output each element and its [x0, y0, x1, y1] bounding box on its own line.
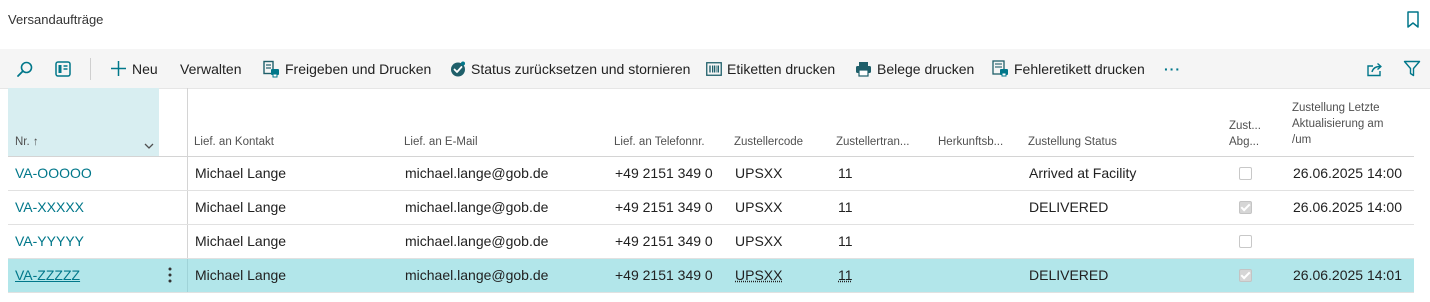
row-divider: [187, 191, 188, 224]
share-icon: [1366, 61, 1384, 77]
row-divider: [187, 225, 188, 258]
cell-phone: +49 2151 349 0: [615, 165, 713, 181]
cell-status: DELIVERED: [1029, 199, 1109, 215]
cell-carrier-code: UPSXX: [735, 165, 783, 181]
release-print-label: Freigeben und Drucken: [285, 60, 432, 77]
row-divider: [187, 259, 188, 292]
cell-contact: Michael Lange: [195, 233, 287, 249]
page-title: Versandaufträge: [8, 12, 104, 27]
cell-status: Arrived at Facility: [1029, 165, 1137, 181]
labels-print-button[interactable]: Etiketten drucken: [706, 49, 835, 88]
cell-nr[interactable]: VA-XXXXX: [15, 191, 84, 224]
reset-cancel-button[interactable]: Status zurücksetzen und stornieren: [450, 49, 690, 88]
header-done-line1: Zust...: [1229, 120, 1261, 132]
header-phone[interactable]: Lief. an Telefonnr.: [614, 134, 705, 150]
action-bar: Neu Verwalten Freigeben und Drucken Stat…: [0, 49, 1430, 89]
cell-contact: Michael Lange: [195, 267, 287, 283]
cell-contact: Michael Lange: [195, 165, 287, 181]
header-carrier-code[interactable]: Zustellercode: [734, 134, 803, 150]
table-header: Nr. ↑ Lief. an Kontakt Lief. an E-Mail L…: [8, 88, 1414, 157]
manage-label: Verwalten: [180, 60, 242, 77]
docs-print-label: Belege drucken: [877, 60, 975, 77]
cell-status: DELIVERED: [1029, 267, 1109, 283]
header-updated-line3: /um: [1292, 134, 1312, 146]
plus-icon: [110, 60, 127, 77]
cell-carrier-tran: 11: [838, 199, 853, 215]
cell-email: michael.lange@gob.de: [405, 233, 549, 249]
reset-cancel-label: Status zurücksetzen und stornieren: [471, 60, 691, 77]
done-checkbox[interactable]: [1239, 235, 1252, 248]
error-label-print-label: Fehleretikett drucken: [1014, 60, 1145, 77]
cell-carrier-tran: 11: [838, 165, 853, 181]
error-label-icon: [992, 60, 1009, 77]
cell-contact: Michael Lange: [195, 199, 287, 215]
docs-print-button[interactable]: Belege drucken: [855, 49, 974, 88]
printer-icon: [855, 61, 872, 77]
table-row[interactable]: VA-XXXXX Michael Lange michael.lange@gob…: [8, 191, 1414, 225]
nr-column-header[interactable]: Nr. ↑: [8, 88, 159, 156]
table-row[interactable]: VA-OOOOO Michael Lange michael.lange@gob…: [8, 157, 1414, 191]
cell-carrier-tran[interactable]: 11: [838, 259, 853, 292]
cell-updated: 26.06.2025 14:00: [1293, 165, 1402, 181]
kebab-icon[interactable]: [167, 266, 173, 284]
cell-carrier-code[interactable]: UPSXX: [735, 259, 782, 292]
new-button[interactable]: Neu: [110, 49, 158, 88]
filter-icon: [1403, 60, 1421, 77]
labels-print-label: Etiketten drucken: [727, 60, 836, 77]
toolbar-separator: [90, 58, 91, 80]
header-updated-line1: Zustellung Letzte: [1292, 102, 1380, 114]
cell-email: michael.lange@gob.de: [405, 267, 549, 283]
cell-phone: +49 2151 349 0: [615, 267, 713, 283]
cell-nr[interactable]: VA-ZZZZZ: [15, 259, 80, 292]
chevron-down-icon[interactable]: [144, 137, 154, 155]
cell-email: michael.lange@gob.de: [405, 165, 549, 181]
table-row[interactable]: VA-YYYYY Michael Lange michael.lange@gob…: [8, 225, 1414, 259]
cell-carrier-tran: 11: [838, 233, 853, 249]
done-checkbox[interactable]: [1239, 201, 1252, 214]
manage-button[interactable]: Verwalten: [180, 49, 241, 88]
header-carrier-tran[interactable]: Zustellertran...: [836, 134, 910, 150]
table-row-selected[interactable]: VA-ZZZZZ Michael Lange michael.lange@gob…: [8, 259, 1414, 293]
more-actions-button[interactable]: ···: [1164, 49, 1181, 88]
cell-updated: 26.06.2025 14:00: [1293, 199, 1402, 215]
done-checkbox[interactable]: [1239, 269, 1252, 282]
cell-email: michael.lange@gob.de: [405, 199, 549, 215]
done-checkbox[interactable]: [1239, 167, 1252, 180]
header-email[interactable]: Lief. an E-Mail: [404, 134, 478, 150]
barcode-icon: [706, 61, 722, 76]
more-actions-label: ···: [1164, 60, 1181, 77]
new-label: Neu: [132, 60, 158, 77]
header-contact[interactable]: Lief. an Kontakt: [194, 134, 274, 150]
cell-nr[interactable]: VA-OOOOO: [15, 157, 92, 190]
release-print-icon: [262, 60, 280, 78]
header-divider: [187, 88, 188, 156]
header-done[interactable]: Zust... Abg...: [1229, 118, 1261, 150]
header-status[interactable]: Zustellung Status: [1028, 134, 1117, 150]
search-icon: [16, 60, 34, 78]
error-label-print-button[interactable]: Fehleretikett drucken: [992, 49, 1145, 88]
header-updated-line2: Aktualisierung am: [1292, 118, 1384, 130]
header-origin[interactable]: Herkunftsb...: [938, 134, 1003, 150]
layout-icon: [54, 60, 72, 78]
search-button[interactable]: [16, 49, 39, 88]
share-button[interactable]: [1366, 49, 1389, 88]
row-divider: [187, 157, 188, 190]
release-print-button[interactable]: Freigeben und Drucken: [262, 49, 431, 88]
cell-updated: 26.06.2025 14:01: [1293, 267, 1402, 283]
layout-button[interactable]: [54, 49, 77, 88]
bookmark-icon[interactable]: [1406, 11, 1420, 29]
header-nr: Nr. ↑: [15, 136, 39, 148]
title-bar: Versandaufträge: [0, 0, 1430, 48]
cell-phone: +49 2151 349 0: [615, 199, 713, 215]
cell-phone: +49 2151 349 0: [615, 233, 713, 249]
filter-button[interactable]: [1403, 49, 1426, 88]
reset-cancel-icon: [450, 61, 466, 77]
cell-carrier-code: UPSXX: [735, 199, 783, 215]
cell-nr[interactable]: VA-YYYYY: [15, 225, 84, 258]
header-done-line2: Abg...: [1229, 136, 1260, 148]
cell-carrier-code: UPSXX: [735, 233, 783, 249]
header-updated[interactable]: Zustellung Letzte Aktualisierung am /um: [1292, 100, 1383, 148]
